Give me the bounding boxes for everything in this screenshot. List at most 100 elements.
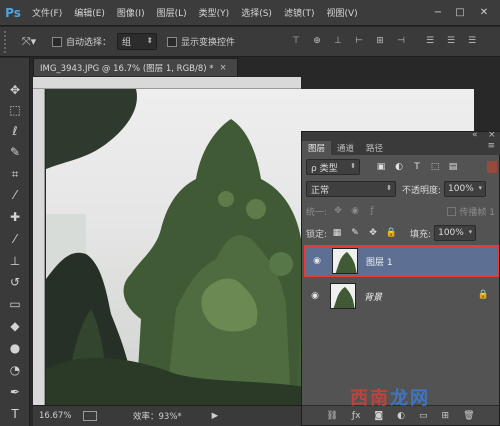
align-top-icon[interactable]: ⊤: [290, 35, 302, 47]
unify-row: 统一: ✥ ◉ ƒ 传播帧 1: [306, 203, 497, 219]
add-mask-icon[interactable]: ◙: [374, 411, 383, 421]
filter-kind-dropdown[interactable]: ρ 类型 ⬍: [306, 159, 360, 175]
layer-row-background[interactable]: ◉ 背景 🔒: [304, 280, 499, 312]
menu-layer[interactable]: 图层(L): [151, 6, 193, 19]
propagate-frame[interactable]: 传播帧 1: [447, 205, 495, 218]
distribute-top-icon[interactable]: ☰: [424, 35, 436, 47]
doc-info-icon[interactable]: [83, 411, 97, 421]
fill-value: 100%: [438, 228, 464, 238]
new-group-icon[interactable]: ▭: [419, 411, 428, 421]
close-icon[interactable]: ×: [220, 63, 227, 73]
restore-button[interactable]: □: [452, 5, 468, 19]
photoshop-logo: Ps: [5, 5, 21, 20]
distribute-vcenter-icon[interactable]: ☰: [445, 35, 457, 47]
unify-style-icon[interactable]: ƒ: [367, 206, 377, 216]
zoom-level[interactable]: 16.67%: [39, 411, 79, 421]
minimize-button[interactable]: −: [430, 5, 446, 19]
crop-tool-icon[interactable]: ⌗: [5, 164, 25, 184]
tab-layers[interactable]: 图层: [302, 141, 332, 155]
lasso-tool-icon[interactable]: ℓ: [5, 121, 25, 141]
brush-tool-icon[interactable]: ⁄: [5, 229, 25, 249]
unify-position-icon[interactable]: ✥: [333, 206, 343, 216]
tab-paths[interactable]: 路径: [360, 141, 389, 155]
dropdown-arrow-icon: ▾: [468, 228, 473, 236]
new-layer-icon[interactable]: ⊞: [442, 411, 450, 421]
type-tool-icon[interactable]: T: [5, 404, 25, 424]
align-buttons: ⊤ ⊕ ⊥ ⊢ ⊞ ⊣: [290, 35, 407, 47]
document-tab[interactable]: IMG_3943.JPG @ 16.7% (图层 1, RGB/8) * ×: [33, 58, 238, 76]
status-arrow-icon[interactable]: ▶: [212, 411, 219, 421]
blur-tool-icon[interactable]: ●: [5, 338, 25, 358]
layers-panel: « × 图层 通道 路径 ≡ ρ 类型 ⬍ ▣ ◐ T ⬚ ▤ 正常 ⬍ 不透明…: [301, 130, 500, 426]
delete-layer-icon[interactable]: 🗑: [463, 411, 474, 421]
options-grip[interactable]: [4, 30, 10, 53]
auto-select-checkbox[interactable]: [52, 36, 62, 47]
dropdown-arrow-icon: ⬍: [386, 184, 392, 192]
tab-channels[interactable]: 通道: [331, 141, 360, 155]
close-button[interactable]: ✕: [476, 5, 492, 19]
filter-icons: ▣ ◐ T ⬚ ▤: [376, 161, 458, 173]
auto-select-value: 组: [122, 38, 132, 48]
visibility-eye-icon[interactable]: ◉: [308, 291, 322, 301]
pen-tool-icon[interactable]: ✒: [5, 382, 25, 402]
document-tab-title: IMG_3943.JPG @ 16.7% (图层 1, RGB/8) *: [40, 63, 214, 74]
panel-close-icon[interactable]: ×: [488, 130, 496, 140]
lock-image-icon[interactable]: ✎: [350, 228, 360, 238]
align-bottom-icon[interactable]: ⊥: [332, 35, 344, 47]
watermark-logo: 西 南 龙 网: [350, 385, 460, 409]
filter-adjustment-icon[interactable]: ◐: [394, 161, 404, 173]
align-hcenter-icon[interactable]: ⊞: [374, 35, 386, 47]
status-bar: 16.67% 效率：93%* ▶: [33, 405, 301, 426]
filter-smart-object-icon[interactable]: ▤: [448, 161, 458, 173]
visibility-eye-icon[interactable]: ◉: [310, 256, 324, 266]
move-tool-icon[interactable]: ✥: [5, 80, 25, 100]
menu-filter[interactable]: 滤镜(T): [278, 6, 321, 19]
lock-position-icon[interactable]: ✥: [368, 228, 378, 238]
fill-field[interactable]: 100% ▾: [434, 225, 477, 241]
menu-file[interactable]: 文件(F): [26, 6, 68, 19]
align-vcenter-icon[interactable]: ⊕: [311, 35, 323, 47]
panel-collapse-icon[interactable]: «: [472, 130, 478, 140]
menu-image[interactable]: 图像(I): [111, 6, 151, 19]
filter-pixel-icon[interactable]: ▣: [376, 161, 386, 173]
panel-tabs: 图层 通道 路径: [302, 140, 500, 155]
link-layers-icon[interactable]: ⛓: [326, 411, 337, 421]
menu-type[interactable]: 类型(Y): [193, 6, 236, 19]
new-fill-adjustment-icon[interactable]: ◐: [397, 411, 405, 421]
filter-toggle[interactable]: [487, 161, 497, 173]
quick-select-tool-icon[interactable]: ✎: [5, 142, 25, 162]
clone-stamp-tool-icon[interactable]: ⊥: [5, 251, 25, 271]
lock-all-icon[interactable]: 🔒: [385, 228, 396, 238]
layer-row-layer1[interactable]: ◉ 图层 1: [304, 245, 499, 277]
opacity-field[interactable]: 100% ▾: [444, 181, 487, 197]
show-transform-checkbox[interactable]: [167, 36, 178, 47]
align-left-icon[interactable]: ⊢: [353, 35, 365, 47]
paint-bucket-tool-icon[interactable]: ◆: [5, 316, 25, 336]
filter-shape-icon[interactable]: ⬚: [430, 161, 440, 173]
panel-menu-icon[interactable]: ≡: [487, 141, 495, 151]
distribute-bottom-icon[interactable]: ☰: [466, 35, 478, 47]
unify-visibility-icon[interactable]: ◉: [350, 206, 360, 216]
marquee-tool-icon[interactable]: ⬚: [5, 100, 25, 120]
propagate-checkbox[interactable]: [447, 207, 457, 216]
auto-select-dropdown[interactable]: 组 ⬍: [117, 33, 158, 50]
eyedropper-tool-icon[interactable]: ⁄: [5, 185, 25, 205]
filter-type-icon[interactable]: T: [412, 161, 422, 173]
menu-view[interactable]: 视图(V): [320, 6, 363, 19]
healing-brush-tool-icon[interactable]: ✚: [5, 207, 25, 227]
eraser-tool-icon[interactable]: ▭: [5, 294, 25, 314]
dropdown-arrow-icon: ▾: [478, 184, 483, 192]
history-brush-tool-icon[interactable]: ↺: [5, 272, 25, 292]
menu-edit[interactable]: 编辑(E): [68, 6, 111, 19]
menu-select[interactable]: 选择(S): [235, 6, 278, 19]
layer-style-icon[interactable]: ƒx: [352, 411, 361, 421]
blend-mode-dropdown[interactable]: 正常 ⬍: [306, 181, 396, 197]
ruler-horizontal[interactable]: [33, 77, 301, 89]
align-right-icon[interactable]: ⊣: [395, 35, 407, 47]
lock-transparent-icon[interactable]: ▦: [332, 228, 342, 238]
move-tool-preset-icon[interactable]: ⤧▾: [16, 32, 42, 52]
ruler-vertical[interactable]: [33, 89, 45, 405]
layer-name[interactable]: 背景: [364, 290, 382, 303]
layer-name[interactable]: 图层 1: [366, 255, 393, 268]
dodge-tool-icon[interactable]: ◔: [5, 360, 25, 380]
